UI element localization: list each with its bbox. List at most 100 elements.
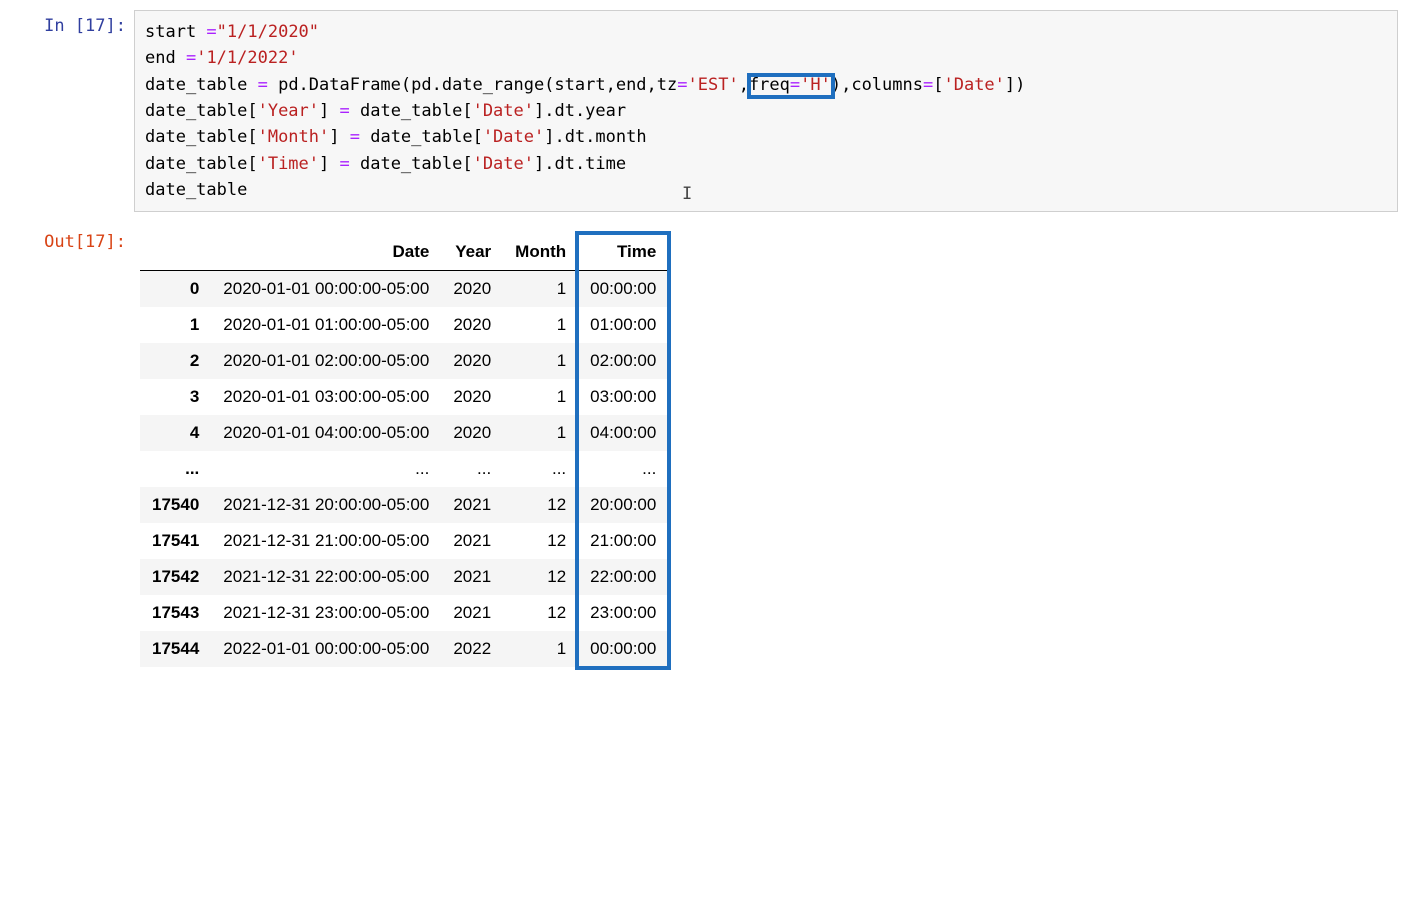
cell-date: 2022-01-01 00:00:00-05:00: [211, 631, 441, 667]
table-row: 175442022-01-01 00:00:00-05:002022100:00…: [140, 631, 668, 667]
cell-year: 2020: [441, 415, 503, 451]
row-index: 1: [140, 307, 211, 343]
cell-month: 1: [503, 415, 578, 451]
code-token: =: [340, 154, 350, 174]
header-time: Time: [578, 234, 668, 271]
row-index: 2: [140, 343, 211, 379]
code-token: =: [790, 75, 800, 95]
cell-month: 1: [503, 307, 578, 343]
table-row: 12020-01-01 01:00:00-05:002020101:00:00: [140, 307, 668, 343]
code-token: ]: [329, 127, 349, 147]
code-token: [: [933, 75, 943, 95]
code-token: 'Date': [473, 154, 534, 174]
code-token: "1/1/2020": [217, 22, 319, 42]
output-cell: Out[17]: Date Year Month Time 02020-01-0…: [20, 226, 1398, 667]
table-row: 02020-01-01 00:00:00-05:002020100:00:00: [140, 271, 668, 308]
code-token: date_table[: [360, 127, 483, 147]
code-token: date_table: [145, 75, 258, 95]
code-token: date_table: [145, 180, 247, 200]
code-token: ].dt.time: [534, 154, 626, 174]
code-token: pd.DataFrame(pd.date_range(start,end,tz: [268, 75, 677, 95]
code-input[interactable]: start ="1/1/2020" end ='1/1/2022' date_t…: [134, 10, 1398, 212]
cell-year: ...: [441, 451, 503, 487]
output-prompt: Out[17]:: [20, 226, 134, 252]
code-token: 'Date': [943, 75, 1004, 95]
cell-time: 02:00:00: [578, 343, 668, 379]
code-token: 'Date': [483, 127, 544, 147]
cell-month: 1: [503, 343, 578, 379]
cell-year: 2021: [441, 595, 503, 631]
cell-month: 12: [503, 523, 578, 559]
code-token: start: [145, 22, 206, 42]
code-token: date_table[: [350, 154, 473, 174]
code-token: ]): [1005, 75, 1025, 95]
output-area: Date Year Month Time 02020-01-01 00:00:0…: [134, 226, 1398, 667]
cell-date: 2021-12-31 20:00:00-05:00: [211, 487, 441, 523]
code-token: =: [677, 75, 687, 95]
code-token: =: [186, 48, 196, 68]
cell-time: 20:00:00: [578, 487, 668, 523]
code-token: =: [258, 75, 268, 95]
table-row: 32020-01-01 03:00:00-05:002020103:00:00: [140, 379, 668, 415]
cell-date: 2021-12-31 23:00:00-05:00: [211, 595, 441, 631]
code-token: =: [340, 101, 350, 121]
cell-time: ...: [578, 451, 668, 487]
cell-time: 22:00:00: [578, 559, 668, 595]
row-index: 17542: [140, 559, 211, 595]
cell-time: 03:00:00: [578, 379, 668, 415]
cell-month: ...: [503, 451, 578, 487]
input-prompt: In [17]:: [20, 10, 134, 36]
code-token: freq: [749, 75, 790, 95]
code-token: 'Time': [258, 154, 319, 174]
row-index: 17540: [140, 487, 211, 523]
cell-month: 12: [503, 559, 578, 595]
code-token: '1/1/2022': [196, 48, 298, 68]
cell-time: 00:00:00: [578, 631, 668, 667]
code-token: ]: [319, 154, 339, 174]
code-token: date_table[: [145, 154, 258, 174]
cell-month: 12: [503, 487, 578, 523]
table-row: 42020-01-01 04:00:00-05:002020104:00:00: [140, 415, 668, 451]
table-row-ellipsis: ...............: [140, 451, 668, 487]
cell-year: 2020: [441, 379, 503, 415]
cell-time: 23:00:00: [578, 595, 668, 631]
cell-date: ...: [211, 451, 441, 487]
cell-month: 1: [503, 631, 578, 667]
code-token: =: [350, 127, 360, 147]
row-index: 17544: [140, 631, 211, 667]
code-token: 'EST': [688, 75, 739, 95]
code-token: 'H': [800, 75, 831, 95]
cell-date: 2021-12-31 21:00:00-05:00: [211, 523, 441, 559]
code-token: date_table[: [145, 101, 258, 121]
table-row: 175412021-12-31 21:00:00-05:0020211221:0…: [140, 523, 668, 559]
header-date: Date: [211, 234, 441, 271]
cell-month: 12: [503, 595, 578, 631]
header-index: [140, 234, 211, 271]
row-index: 4: [140, 415, 211, 451]
code-token: 'Year': [258, 101, 319, 121]
cell-date: 2020-01-01 04:00:00-05:00: [211, 415, 441, 451]
header-year: Year: [441, 234, 503, 271]
table-row: 175422021-12-31 22:00:00-05:0020211222:0…: [140, 559, 668, 595]
cell-time: 01:00:00: [578, 307, 668, 343]
cell-year: 2020: [441, 343, 503, 379]
code-token: date_table[: [145, 127, 258, 147]
row-index: 3: [140, 379, 211, 415]
input-cell: In [17]: start ="1/1/2020" end ='1/1/202…: [20, 10, 1398, 212]
code-token: ,: [739, 75, 749, 95]
code-token: end: [145, 48, 186, 68]
table-row: 22020-01-01 02:00:00-05:002020102:00:00: [140, 343, 668, 379]
code-token: ]: [319, 101, 339, 121]
dataframe-header-row: Date Year Month Time: [140, 234, 668, 271]
cell-date: 2021-12-31 22:00:00-05:00: [211, 559, 441, 595]
row-index: 17541: [140, 523, 211, 559]
cell-time: 04:00:00: [578, 415, 668, 451]
cell-date: 2020-01-01 01:00:00-05:00: [211, 307, 441, 343]
cell-date: 2020-01-01 02:00:00-05:00: [211, 343, 441, 379]
cell-month: 1: [503, 379, 578, 415]
cell-year: 2020: [441, 307, 503, 343]
row-index: 17543: [140, 595, 211, 631]
code-token: =: [923, 75, 933, 95]
code-token: ].dt.month: [544, 127, 646, 147]
cell-year: 2020: [441, 271, 503, 308]
